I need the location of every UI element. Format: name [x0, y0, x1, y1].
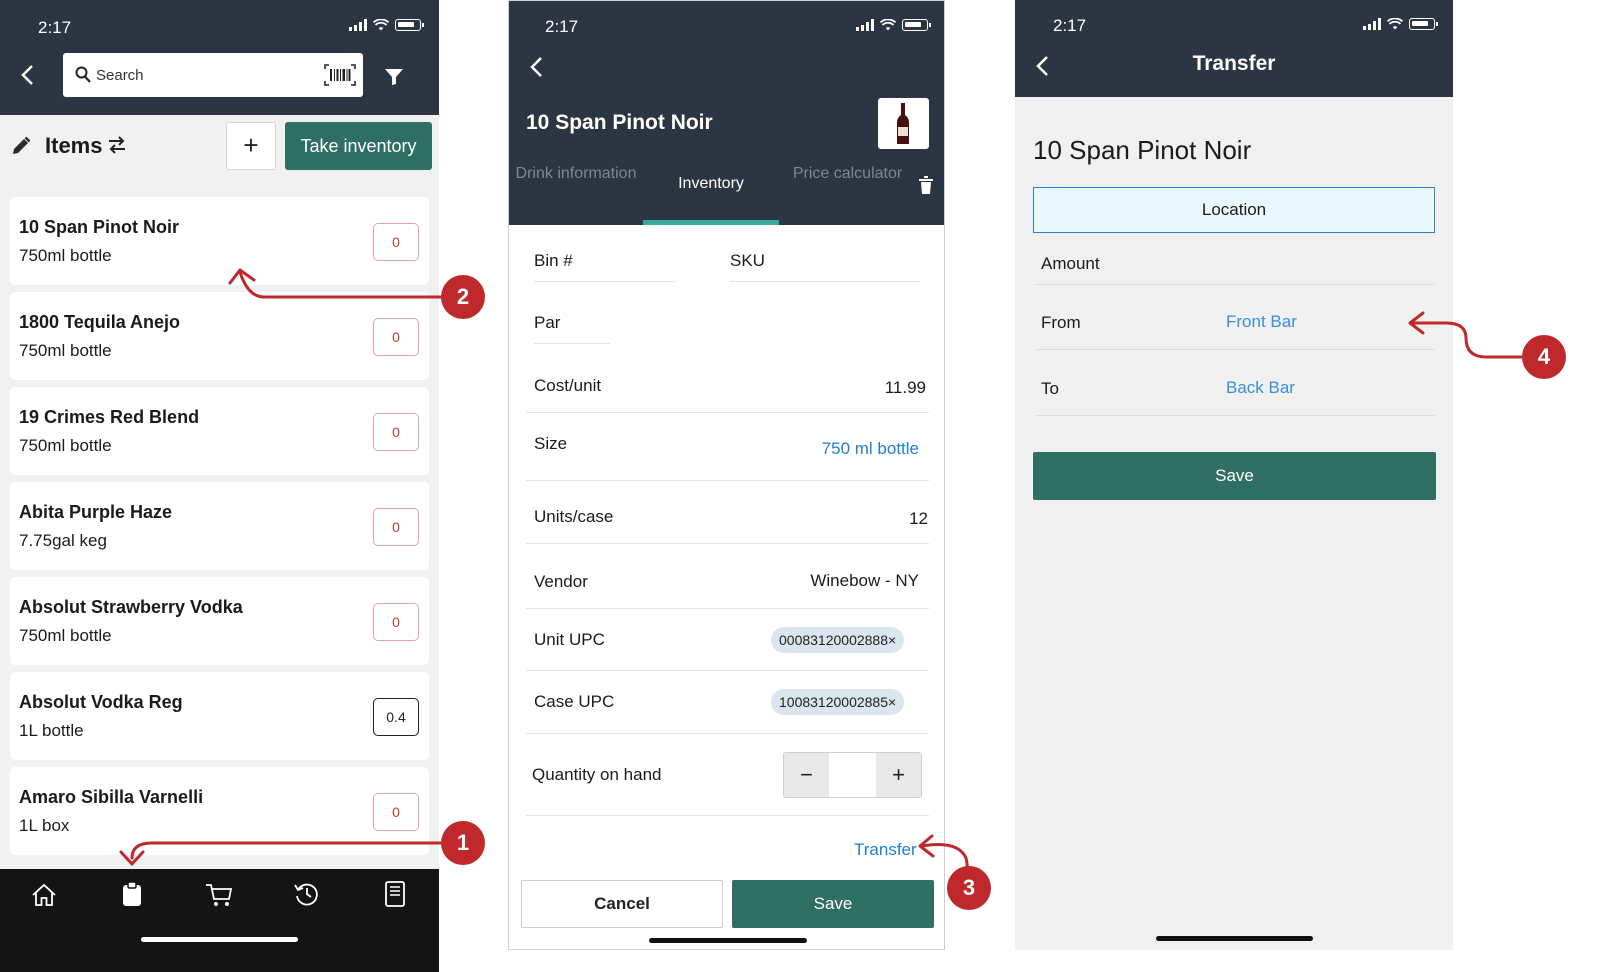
callout-4: 4 [1522, 335, 1566, 379]
callout-3: 3 [947, 866, 991, 910]
callout-1: 1 [441, 821, 485, 865]
callout-2: 2 [441, 275, 485, 319]
callout-arrows [119, 268, 1524, 890]
